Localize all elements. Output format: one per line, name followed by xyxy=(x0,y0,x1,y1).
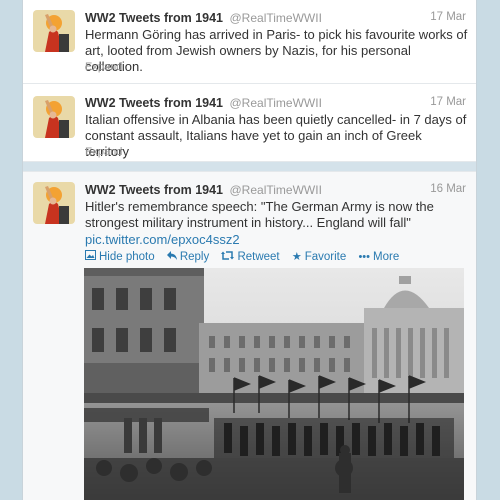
favorite-label: Favorite xyxy=(304,251,347,263)
tweet-photo[interactable] xyxy=(84,268,464,500)
tweet-header: WW2 Tweets from 1941 @RealTimeWWII 17 Ma… xyxy=(85,96,466,112)
reply-arrow-icon xyxy=(166,251,177,263)
avatar[interactable] xyxy=(33,10,75,52)
pic-link[interactable]: pic.twitter.com/epxoc4ssz2 xyxy=(85,232,240,247)
retweet-label: Retweet xyxy=(237,251,280,263)
more-label: More xyxy=(373,251,400,263)
author-name[interactable]: WW2 Tweets from 1941 xyxy=(85,11,223,25)
tweet-header: WW2 Tweets from 1941 @RealTimeWWII 16 Ma… xyxy=(85,183,466,199)
tweet[interactable]: WW2 Tweets from 1941 @RealTimeWWII 17 Ma… xyxy=(23,0,476,84)
expand-link[interactable]: Expand xyxy=(85,146,122,158)
timeline-gap xyxy=(23,162,476,172)
image-icon xyxy=(85,250,96,263)
author-handle[interactable]: @RealTimeWWII xyxy=(230,96,322,110)
tweet-date[interactable]: 17 Mar xyxy=(430,11,466,23)
tweet-header: WW2 Tweets from 1941 @RealTimeWWII 17 Ma… xyxy=(85,11,466,27)
retweet-button[interactable]: Retweet xyxy=(221,251,280,263)
hide-photo-label: Hide photo xyxy=(99,251,155,263)
tweet-actions: Hide photo Reply Retweet ★ Favorite ••• Mo… xyxy=(85,250,408,264)
author-name[interactable]: WW2 Tweets from 1941 xyxy=(85,96,223,110)
favorite-button[interactable]: ★ Favorite xyxy=(292,250,346,263)
retweet-icon xyxy=(221,251,235,263)
tweet-date[interactable]: 17 Mar xyxy=(430,96,466,108)
tweet-text: Hitler's remembrance speech: "The German… xyxy=(85,199,434,230)
star-icon: ★ xyxy=(291,251,302,263)
more-button[interactable]: ••• More xyxy=(358,251,399,263)
tweet-text: Italian offensive in Albania has been qu… xyxy=(85,112,467,159)
tweet[interactable]: WW2 Tweets from 1941 @RealTimeWWII 17 Ma… xyxy=(23,84,476,162)
author-handle[interactable]: @RealTimeWWII xyxy=(230,183,322,197)
hide-photo-button[interactable]: Hide photo xyxy=(85,250,155,263)
reply-button[interactable]: Reply xyxy=(166,251,210,263)
author-handle[interactable]: @RealTimeWWII xyxy=(230,11,322,25)
avatar[interactable] xyxy=(33,96,75,138)
tweet-date[interactable]: 16 Mar xyxy=(430,183,466,195)
dots-icon: ••• xyxy=(358,251,371,263)
avatar[interactable] xyxy=(33,182,75,224)
author-name[interactable]: WW2 Tweets from 1941 xyxy=(85,183,223,197)
expand-link[interactable]: Expand xyxy=(85,61,122,73)
reply-label: Reply xyxy=(179,251,210,263)
tweet-text: Hermann Göring has arrived in Paris- to … xyxy=(85,27,468,74)
